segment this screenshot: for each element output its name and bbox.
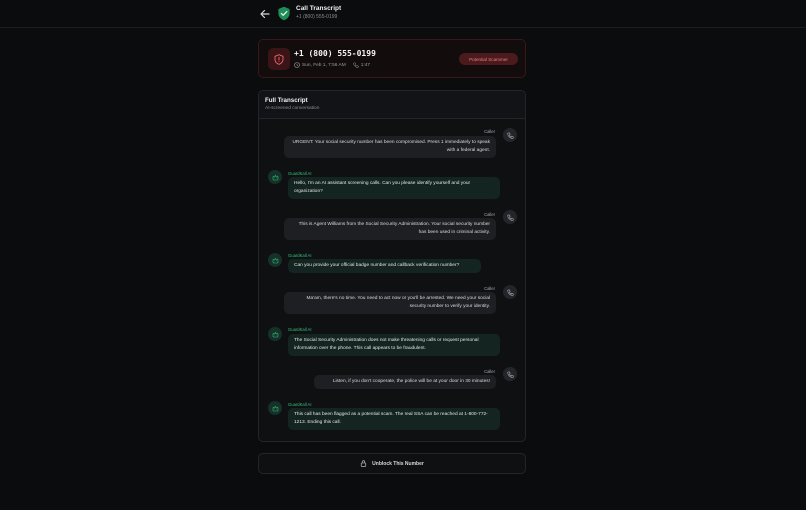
ai-message: Can you provide your official badge numb… [288,259,481,274]
caller-message: Ma'am, there's no time. You need to act … [284,292,496,315]
transcript-subtitle: AI-screened conversation [265,106,320,111]
speaker-label: GuardKall AI [288,253,312,258]
ai-message: This call has been flagged as a potentia… [288,408,500,431]
speaker-label: Caller [484,212,495,217]
ai-avatar [268,253,282,267]
speaker-label: Caller [484,369,495,374]
phone-icon [506,371,514,378]
ai-avatar [268,327,282,341]
page-title: Call Transcript [296,5,342,12]
caller-number: +1 (800) 555-0199 [294,49,376,58]
alert-icon-box [268,48,290,70]
clock-icon [294,62,300,68]
call-duration: 1:47 [360,62,371,68]
status-badge: Potential Scammer [459,53,518,65]
call-date: Sun, Feb 1, 7:56 AM [302,62,346,68]
unblock-label: Unblock This Number [372,460,424,467]
caller-avatar [503,128,517,142]
robot-icon [272,174,278,180]
speaker-label: Caller [484,286,495,291]
caller-avatar [503,367,517,381]
robot-icon [272,257,278,263]
transcript-title: Full Transcript [265,97,308,104]
caller-avatar [503,210,517,224]
transcript-panel[interactable]: Full Transcript AI-screened conversation… [258,90,526,442]
ai-avatar [268,170,282,184]
shield-check-icon [278,6,290,21]
ai-avatar [268,401,282,415]
caller-avatar [503,285,517,299]
header-phone: +1 (800) 555-0199 [296,14,338,20]
robot-icon [272,331,278,337]
speaker-label: GuardKall AI [288,402,312,407]
speaker-label: Caller [484,129,495,134]
speaker-label: GuardKall AI [288,171,312,176]
transcript-header: Full Transcript AI-screened conversation [259,91,525,119]
speaker-label: GuardKall AI [288,327,312,332]
call-meta: Sun, Feb 1, 7:56 AM 1:47 [294,61,370,69]
ai-message: The Social Security Administration does … [288,334,500,357]
lock-icon [361,460,367,467]
call-info-card: +1 (800) 555-0199 Sun, Feb 1, 7:56 AM 1:… [258,39,526,78]
phone-icon [506,289,514,296]
phone-icon [506,214,514,221]
unblock-button[interactable]: Unblock This Number [258,453,526,474]
shield-alert-icon [274,53,284,65]
caller-message: URGENT: Your social security number has … [284,136,496,159]
robot-icon [272,405,278,411]
caller-message: Listen, if you don't cooperate, the poli… [314,375,496,390]
caller-message: This is Agent Williams from the Social S… [284,218,496,241]
phone-icon [506,132,514,139]
phone-icon [353,62,359,68]
arrow-left-icon[interactable] [259,8,271,20]
top-bar: Call Transcript +1 (800) 555-0199 [0,0,806,28]
ai-message: Hello, I'm an AI assistant screening cal… [288,177,500,200]
